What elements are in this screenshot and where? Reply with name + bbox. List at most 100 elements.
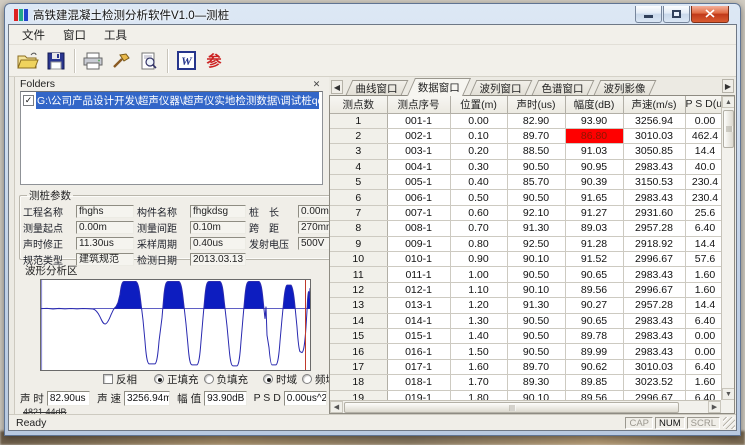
table-cell[interactable]: 91.28 xyxy=(565,236,623,251)
vertical-scrollbar[interactable]: ▲ ▼ xyxy=(721,96,734,400)
table-cell[interactable]: 90.50 xyxy=(507,159,565,174)
table-cell[interactable]: 003-1 xyxy=(387,144,450,159)
table-cell[interactable]: 90.10 xyxy=(507,252,565,267)
table-cell[interactable]: 016-1 xyxy=(387,344,450,359)
table-cell[interactable]: 0.30 xyxy=(450,159,507,174)
horizontal-scrollbar[interactable]: ◀ ▶ xyxy=(330,400,721,413)
table-row[interactable]: 1001-10.0082.9093.903256.940.00 xyxy=(330,113,725,128)
parameters-button[interactable]: 参 xyxy=(200,48,228,74)
table-cell[interactable]: 018-1 xyxy=(387,375,450,390)
resize-grip[interactable] xyxy=(723,417,735,429)
table-cell[interactable]: 017-1 xyxy=(387,359,450,374)
table-cell[interactable]: 40.0 xyxy=(685,159,725,174)
table-cell[interactable]: 0.90 xyxy=(450,252,507,267)
table-cell[interactable]: 3023.52 xyxy=(623,375,685,390)
table-cell[interactable]: 1.00 xyxy=(450,267,507,282)
table-cell[interactable]: 3010.03 xyxy=(623,359,685,374)
column-header[interactable]: 声速(m/s) xyxy=(623,96,685,113)
table-cell[interactable]: 2 xyxy=(330,128,387,143)
table-cell[interactable]: 2983.43 xyxy=(623,313,685,328)
table-cell[interactable]: 90.39 xyxy=(565,175,623,190)
table-cell[interactable]: 011-1 xyxy=(387,267,450,282)
table-cell[interactable]: 14.4 xyxy=(685,236,725,251)
reading-value-box[interactable]: 3256.94m/s xyxy=(124,391,170,406)
table-cell[interactable]: 85.70 xyxy=(507,175,565,190)
tab-1[interactable]: 数据窗口 xyxy=(407,78,471,96)
table-cell[interactable]: 14.4 xyxy=(685,144,725,159)
table-cell[interactable]: 2957.28 xyxy=(623,221,685,236)
table-cell[interactable]: 0.50 xyxy=(450,190,507,205)
table-cell[interactable]: 16 xyxy=(330,344,387,359)
table-cell[interactable]: 0.00 xyxy=(685,113,725,128)
folder-list[interactable]: ✓G:\公司产品设计开发\超声仪器\超声仪实地检测数据\调试桩qd\qd03\q… xyxy=(20,91,323,185)
column-header[interactable]: P S D(us^ xyxy=(685,96,725,113)
maximize-button[interactable] xyxy=(663,6,690,23)
close-button[interactable] xyxy=(691,6,729,23)
table-cell[interactable]: 0.20 xyxy=(450,144,507,159)
table-cell[interactable]: 91.30 xyxy=(507,221,565,236)
table-cell[interactable]: 89.56 xyxy=(565,282,623,297)
table-cell[interactable]: 1 xyxy=(330,113,387,128)
table-cell[interactable]: 92.50 xyxy=(507,236,565,251)
scroll-left-icon[interactable]: ◀ xyxy=(330,401,343,413)
scroll-up-icon[interactable]: ▲ xyxy=(722,96,735,108)
table-cell[interactable]: 7 xyxy=(330,205,387,220)
table-cell[interactable]: 1.50 xyxy=(450,344,507,359)
table-cell[interactable]: 6.40 xyxy=(685,359,725,374)
table-row[interactable]: 10010-10.9090.1091.522996.6757.6 xyxy=(330,252,725,267)
table-cell[interactable]: 82.90 xyxy=(507,113,565,128)
table-cell[interactable]: 13 xyxy=(330,298,387,313)
vertical-scroll-thumb[interactable] xyxy=(723,110,734,148)
table-cell[interactable]: 90.10 xyxy=(507,282,565,297)
table-cell[interactable]: 4 xyxy=(330,159,387,174)
table-cell[interactable]: 0.70 xyxy=(450,221,507,236)
table-cell[interactable]: 9 xyxy=(330,236,387,251)
table-cell[interactable]: 3 xyxy=(330,144,387,159)
reading-value-box[interactable]: 82.90us xyxy=(47,391,90,406)
table-cell[interactable]: 014-1 xyxy=(387,313,450,328)
scroll-down-icon[interactable]: ▼ xyxy=(722,388,735,400)
table-cell[interactable]: 0.00 xyxy=(450,113,507,128)
table-cell[interactable]: 90.50 xyxy=(507,267,565,282)
table-cell[interactable]: 90.50 xyxy=(507,190,565,205)
table-cell[interactable]: 2996.67 xyxy=(623,282,685,297)
column-header[interactable]: 测点数 xyxy=(330,96,387,113)
table-cell[interactable]: 007-1 xyxy=(387,205,450,220)
table-cell[interactable]: 0.60 xyxy=(450,205,507,220)
table-cell[interactable]: 2983.43 xyxy=(623,344,685,359)
table-row[interactable]: 9009-10.8092.5091.282918.9214.4 xyxy=(330,236,725,251)
table-cell[interactable]: 2983.43 xyxy=(623,190,685,205)
table-cell[interactable]: 010-1 xyxy=(387,252,450,267)
table-cell[interactable]: 3256.94 xyxy=(623,113,685,128)
table-cell[interactable]: 5 xyxy=(330,175,387,190)
table-row[interactable]: 3003-10.2088.5091.033050.8514.4 xyxy=(330,144,725,159)
table-cell[interactable]: 0.10 xyxy=(450,128,507,143)
table-cell[interactable]: 91.27 xyxy=(565,205,623,220)
table-cell[interactable]: 86.80 xyxy=(565,128,623,143)
table-row[interactable]: 13013-11.2091.3090.272957.2814.4 xyxy=(330,298,725,313)
table-cell[interactable]: 2996.67 xyxy=(623,252,685,267)
table-cell[interactable]: 002-1 xyxy=(387,128,450,143)
table-row[interactable]: 2002-10.1089.7086.803010.03462.4 xyxy=(330,128,725,143)
column-header[interactable]: 测点序号 xyxy=(387,96,450,113)
table-cell[interactable]: 15 xyxy=(330,328,387,343)
menu-item-2[interactable]: 工具 xyxy=(95,25,136,45)
table-cell[interactable]: 2983.43 xyxy=(623,159,685,174)
table-row[interactable]: 15015-11.4090.5089.782983.430.00 xyxy=(330,328,725,343)
print-button[interactable] xyxy=(79,48,107,74)
open-file-button[interactable] xyxy=(14,48,42,74)
option-radio-3[interactable]: 时域 xyxy=(263,372,297,387)
table-cell[interactable]: 90.50 xyxy=(507,313,565,328)
waveform-plot[interactable] xyxy=(40,279,311,371)
table-cell[interactable]: 0.40 xyxy=(450,175,507,190)
table-cell[interactable]: 001-1 xyxy=(387,113,450,128)
report-tool-button[interactable] xyxy=(107,48,135,74)
table-cell[interactable]: 90.65 xyxy=(565,267,623,282)
title-bar[interactable]: 高铁建混凝土检测分析软件V1.0—测桩 xyxy=(8,4,737,24)
table-row[interactable]: 12012-11.1090.1089.562996.671.60 xyxy=(330,282,725,297)
table-cell[interactable]: 10 xyxy=(330,252,387,267)
table-cell[interactable]: 90.50 xyxy=(507,344,565,359)
table-cell[interactable]: 90.27 xyxy=(565,298,623,313)
table-cell[interactable]: 462.4 xyxy=(685,128,725,143)
table-cell[interactable]: 92.10 xyxy=(507,205,565,220)
